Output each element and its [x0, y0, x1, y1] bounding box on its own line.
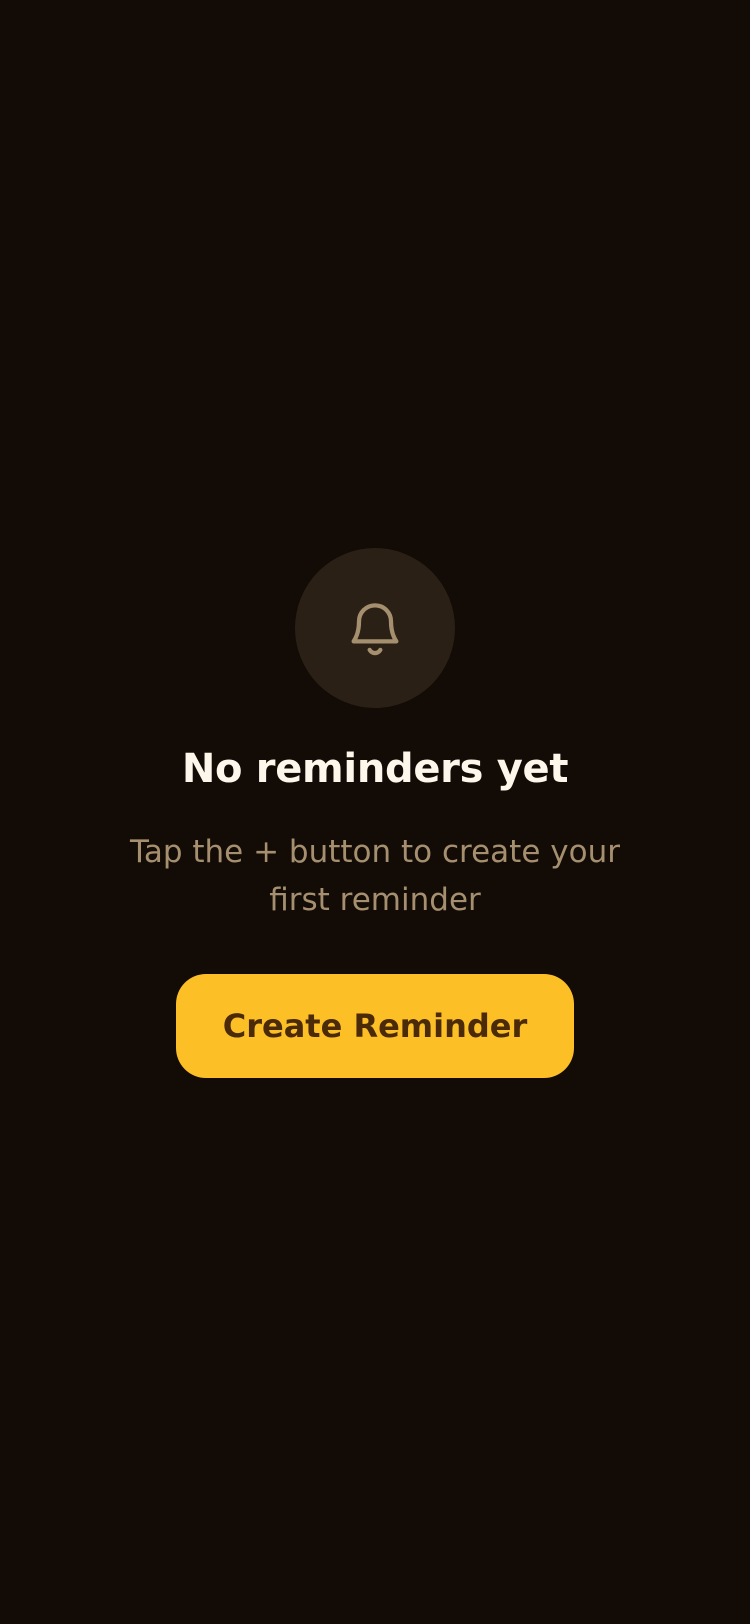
- empty-state-subtitle: Tap the + button to create your first re…: [130, 834, 620, 918]
- bell-icon-container: [295, 548, 455, 708]
- create-reminder-button[interactable]: Create Reminder: [176, 974, 574, 1078]
- empty-state-title: No reminders yet: [181, 746, 569, 792]
- empty-state: No reminders yet Tap the + button to cre…: [0, 548, 750, 1078]
- bell-icon: [351, 603, 399, 656]
